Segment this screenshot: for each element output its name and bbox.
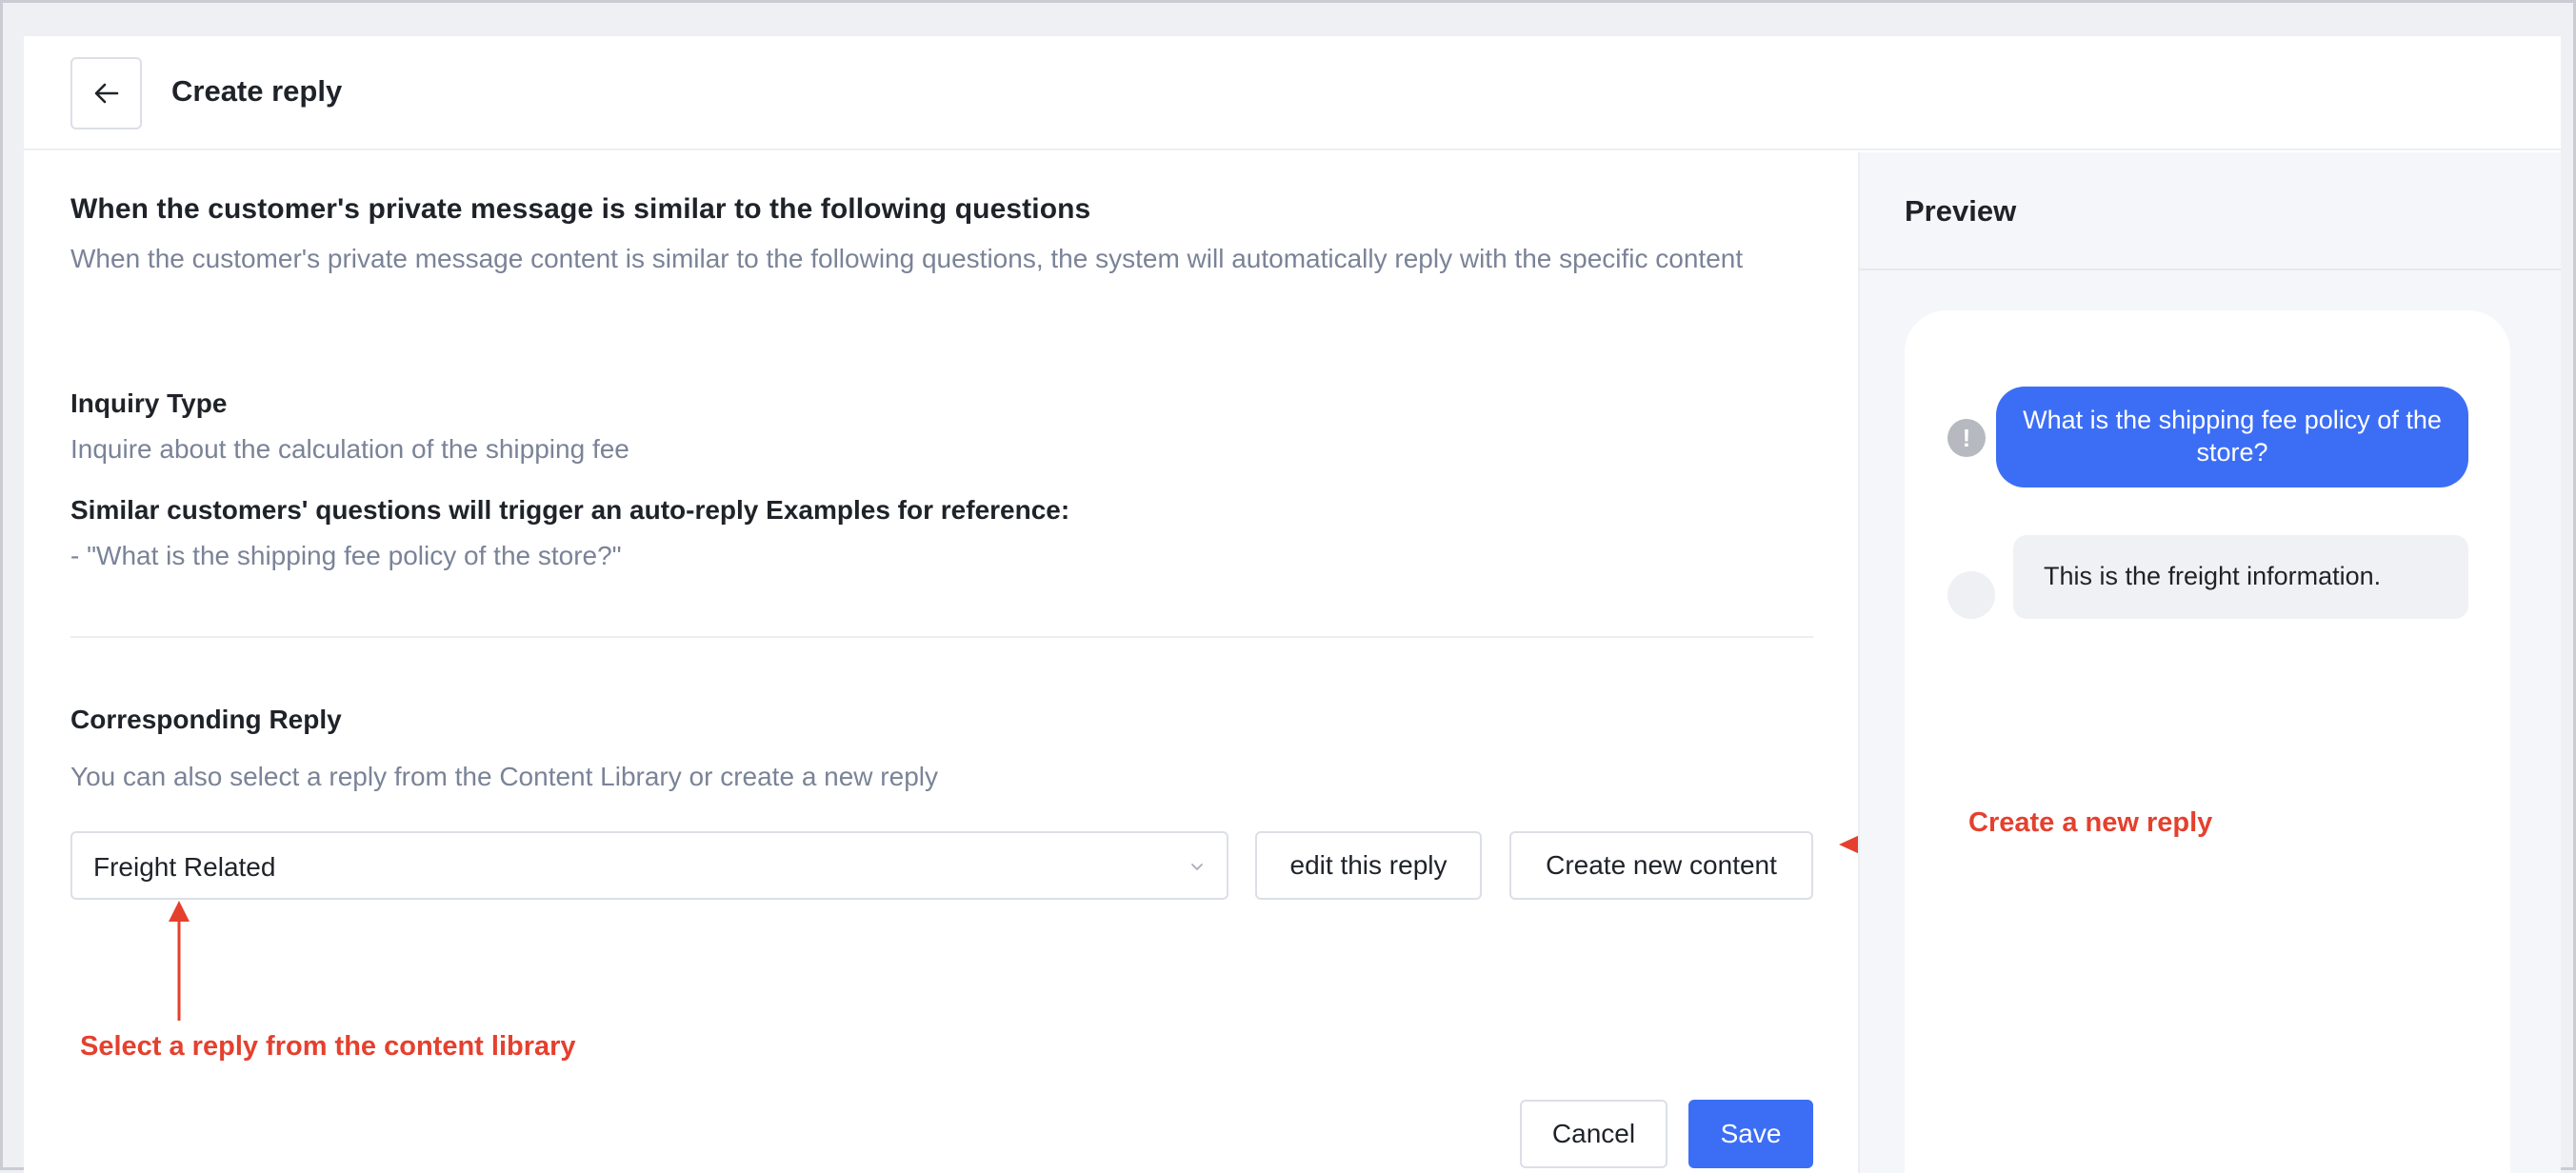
section-heading: When the customer's private message is s… — [70, 193, 1091, 225]
section-divider — [70, 636, 1813, 638]
page-title: Create reply — [171, 74, 343, 108]
create-new-content-button[interactable]: Create new content — [1509, 831, 1813, 900]
reply-hint: You can also select a reply from the Con… — [70, 762, 938, 791]
back-button[interactable] — [70, 57, 142, 129]
section-description: When the customer's private message cont… — [70, 244, 1744, 273]
save-button[interactable]: Save — [1688, 1100, 1813, 1168]
inquiry-type-value: Inquire about the calculation of the shi… — [70, 434, 629, 464]
edit-reply-button[interactable]: edit this reply — [1255, 831, 1482, 900]
reply-message-bubble: This is the freight information. — [2013, 535, 2468, 619]
reply-select-value: Freight Related — [93, 852, 276, 882]
preview-header: Preview — [1860, 152, 2561, 270]
annotation-select-library: Select a reply from the content library — [80, 1031, 576, 1062]
warning-icon: ! — [1947, 419, 1986, 457]
window-frame: Create reply When the customer's private… — [0, 0, 2576, 1173]
customer-message-bubble: What is the shipping fee policy of the s… — [1996, 387, 2468, 487]
create-reply-card: Create reply When the customer's private… — [24, 36, 2561, 1173]
example-item: - "What is the shipping fee policy of th… — [70, 541, 622, 570]
chevron-down-icon — [1191, 864, 1203, 870]
corresponding-reply-label: Corresponding Reply — [70, 705, 342, 734]
annotation-arrow-up — [169, 901, 190, 1021]
inquiry-type-label: Inquiry Type — [70, 388, 228, 418]
preview-panel: Preview ! What is the shipping fee polic… — [1858, 152, 2561, 1173]
page-header: Create reply — [24, 36, 2561, 150]
chat-preview: ! What is the shipping fee policy of the… — [1905, 310, 2510, 1173]
form-panel: When the customer's private message is s… — [24, 152, 1857, 1173]
bot-avatar — [1947, 571, 1995, 619]
examples-label: Similar customers' questions will trigge… — [70, 495, 1070, 525]
cancel-button[interactable]: Cancel — [1520, 1100, 1667, 1168]
arrow-left-icon — [94, 83, 118, 104]
preview-title: Preview — [1905, 194, 2017, 228]
annotation-create-new: Create a new reply — [1968, 807, 2213, 838]
reply-select[interactable]: Freight Related — [70, 831, 1228, 900]
